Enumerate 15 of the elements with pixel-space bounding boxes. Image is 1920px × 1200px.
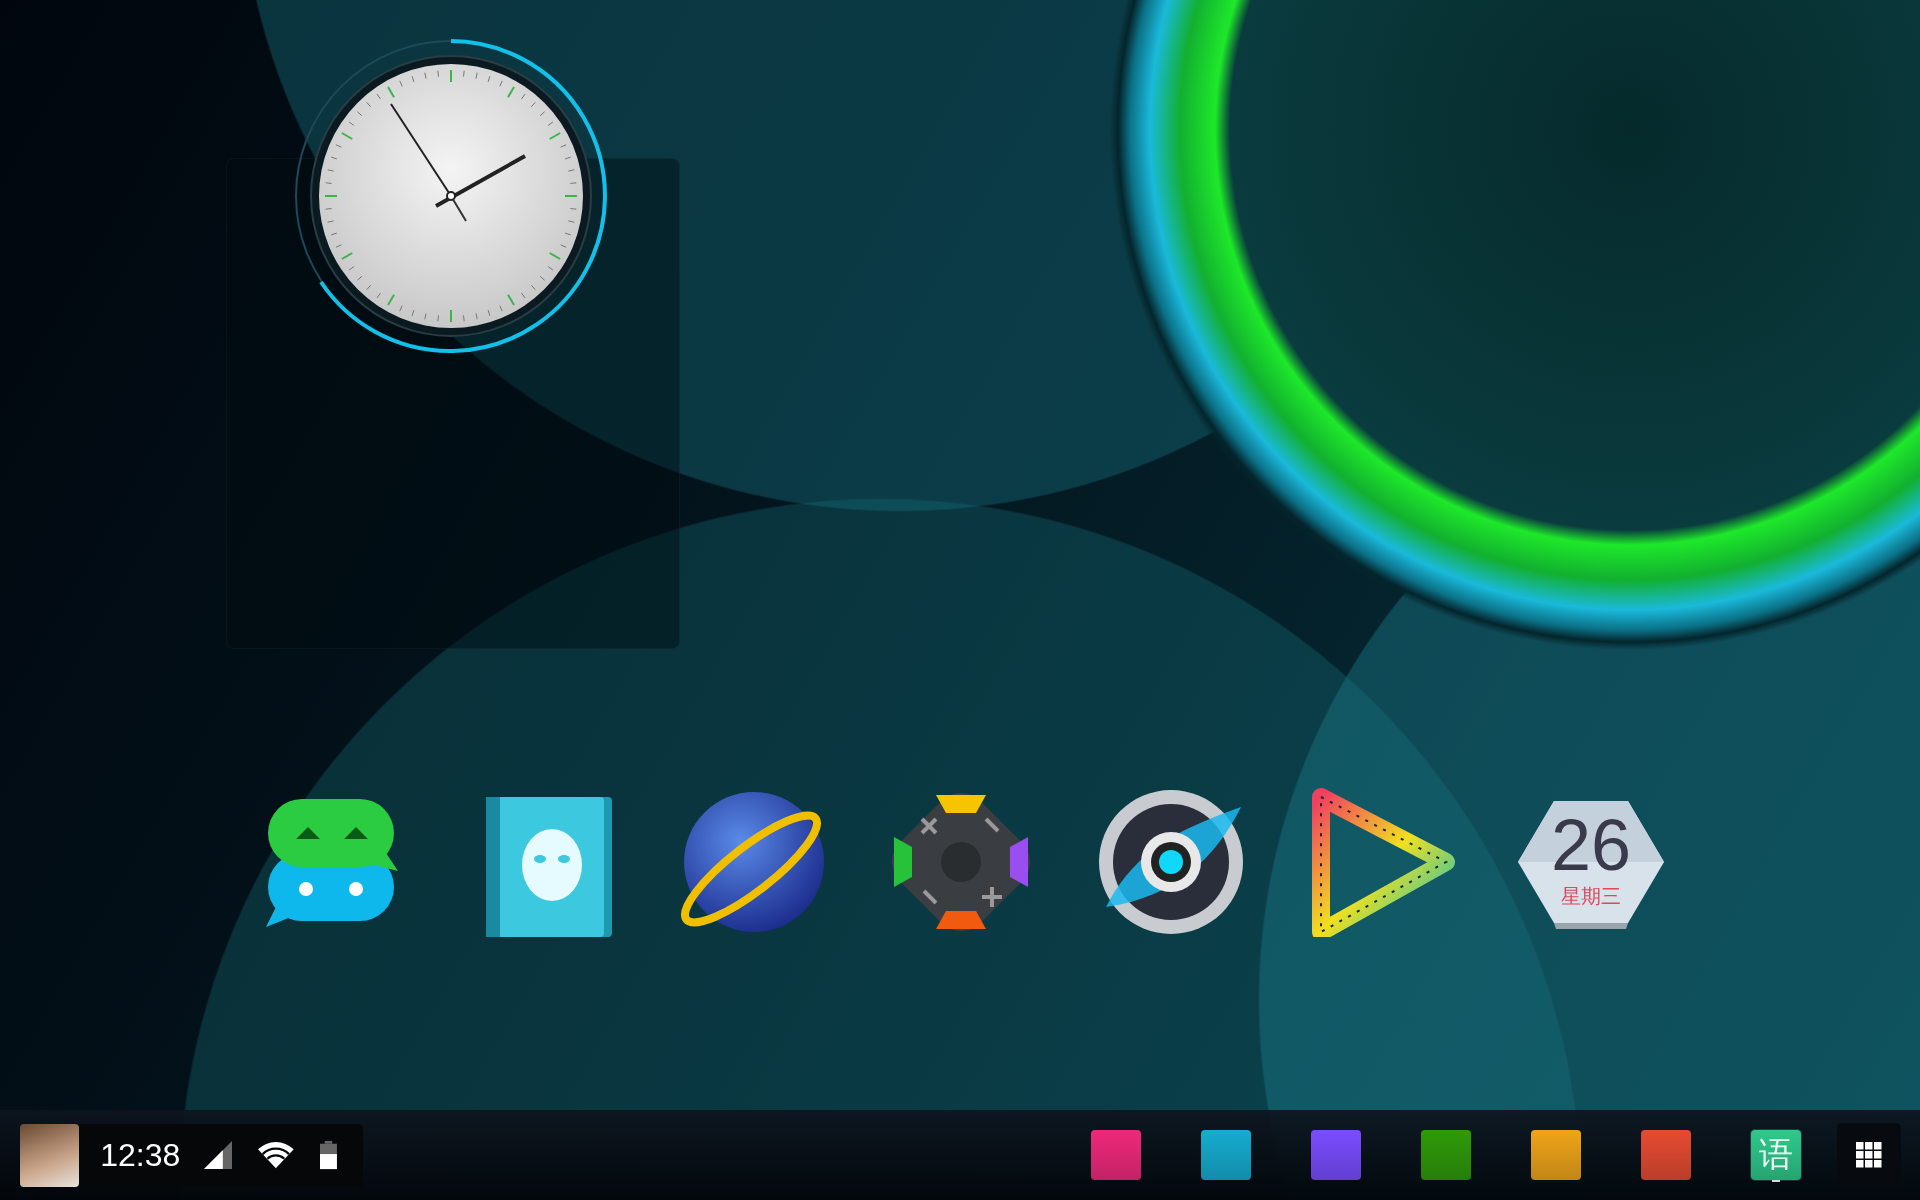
grid-icon — [1856, 1142, 1882, 1168]
dock-app-tile[interactable] — [1531, 1130, 1581, 1180]
wifi-icon — [258, 1141, 295, 1169]
dock-app-tile[interactable] — [1201, 1130, 1251, 1180]
signal-icon — [204, 1140, 233, 1170]
battery-icon — [320, 1140, 337, 1170]
camera-lens-icon[interactable] — [1096, 787, 1246, 937]
clock-time: 12:38 — [100, 1136, 181, 1174]
calendar-weekday: 星期三 — [1561, 882, 1621, 910]
dock-app-tile[interactable] — [1421, 1130, 1471, 1180]
dock-app-tile[interactable] — [1641, 1130, 1691, 1180]
calendar-day: 26 — [1550, 808, 1632, 881]
dock-app-tile[interactable] — [1311, 1130, 1361, 1180]
avatar-photo-placeholder[interactable] — [20, 1123, 80, 1187]
dock-app-tile[interactable] — [1091, 1130, 1141, 1180]
